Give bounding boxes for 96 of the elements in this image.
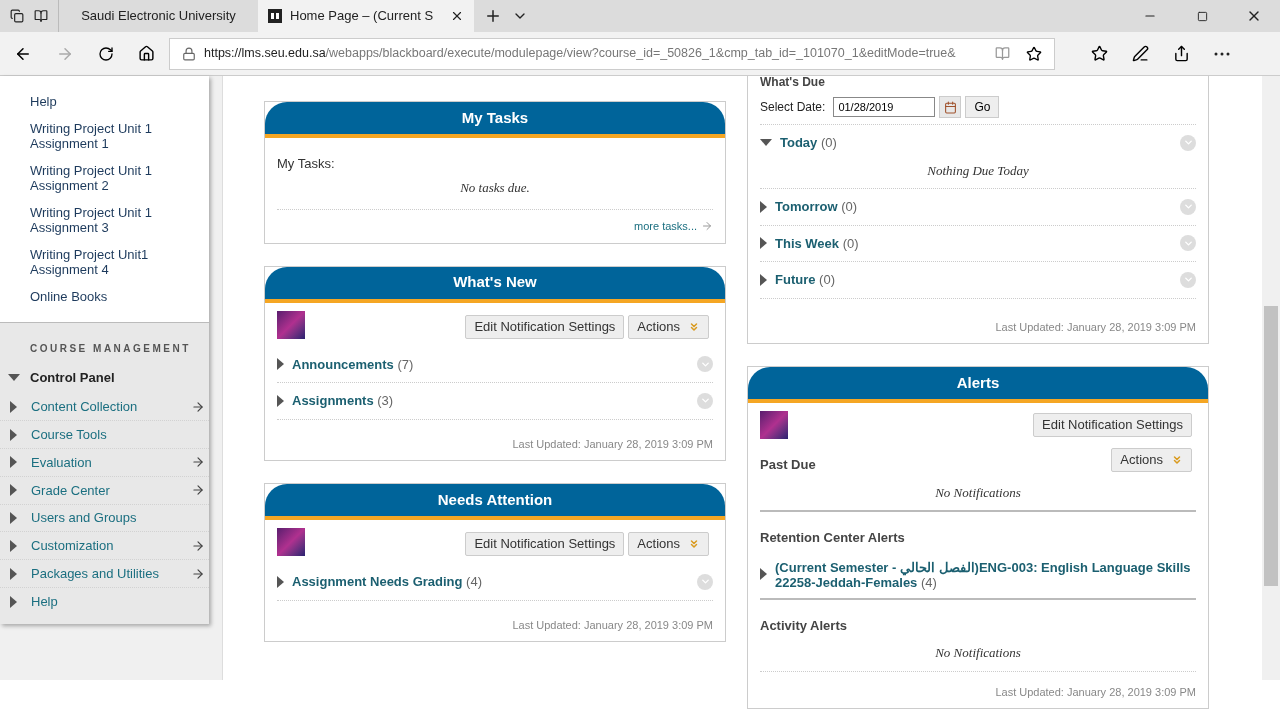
new-tab-icon [484,7,502,25]
actions-button[interactable]: Actions [628,532,709,556]
collapsed-triangle-icon[interactable] [10,512,17,525]
collapsed-triangle-icon[interactable] [760,567,767,580]
control-panel-link[interactable]: Course Tools [31,424,205,445]
empty-message: No Notifications [934,644,1022,662]
edit-notification-settings-button[interactable]: Edit Notification Settings [465,532,625,556]
last-updated-text: Last Updated: January 28, 2019 3:09 PM [994,319,1196,335]
maximize-icon [1197,10,1208,22]
course-menu-link[interactable]: Writing Project Unit1 Assignment 4 [30,247,160,277]
control-panel-link[interactable]: Users and Groups [31,508,205,528]
last-updated-text: Last Updated: January 28, 2019 3:09 PM [511,436,713,452]
category-link[interactable]: This Week (0) [775,233,1172,253]
more-tasks-link[interactable]: more tasks... [634,218,713,235]
empty-message: No tasks due. [277,177,713,210]
address-bar[interactable]: https://lms.seu.edu.sa/webapps/blackboard/execute/modulepage/view?course_id=_50826_1&cmp_tab_id=_101070_1&editMode=true& [169,37,1055,70]
date-field[interactable]: 01/28/2019 [833,97,936,117]
course-menu-link[interactable]: Writing Project Unit 1 Assignment 1 [30,121,160,151]
actions-button[interactable]: Actions [1111,447,1192,472]
course-menu-link[interactable]: Writing Project Unit 1 Assignment 2 [30,163,160,193]
refresh-icon [98,45,114,62]
collapsed-triangle-icon[interactable] [10,400,17,413]
reading-view-icon [995,46,1010,61]
module-title: What's Due [760,76,826,88]
collapsed-triangle-icon[interactable] [10,484,17,497]
date-label: Select Date: [760,99,826,116]
course-menu-link[interactable]: Online Books [30,289,160,304]
section-heading: COURSE MANAGEMENT [29,342,192,356]
category-link[interactable]: Assignment Needs Grading (4) [292,572,689,592]
control-panel-link[interactable]: Grade Center [31,480,191,501]
collapsed-triangle-icon[interactable] [10,595,17,608]
tab-set-icon [10,9,24,23]
share-icon [1173,45,1190,62]
collapsed-triangle-icon[interactable] [760,237,767,250]
course-menu-link[interactable]: Help [30,94,160,109]
double-chevron-icon [688,538,700,550]
control-panel-link[interactable]: Content Collection [31,397,191,417]
arrow-icon [701,220,713,233]
browser-tab[interactable]: Home Page – (Current S [258,0,474,32]
actions-button[interactable]: Actions [628,314,709,339]
module-title: Needs Attention [437,489,553,510]
category-link[interactable]: Assignments (3) [292,391,689,411]
control-panel-link[interactable]: Packages and Utilities [31,563,191,584]
course-thumbnail [277,310,305,339]
category-link[interactable]: Today (0) [780,133,1172,153]
go-button[interactable]: Go [965,96,1000,118]
tab-title: Home Page – (Current S [290,7,435,26]
course-thumbnail [760,411,788,439]
control-panel-link[interactable]: Customization [31,536,191,556]
double-chevron-icon [688,320,700,333]
last-updated-text: Last Updated: January 28, 2019 3:09 PM [994,684,1196,700]
double-chevron-icon [1171,453,1183,466]
collapsed-triangle-icon[interactable] [10,456,17,469]
expanded-triangle-icon[interactable] [760,139,772,147]
alert-section-heading: Activity Alerts [760,616,847,635]
pen-icon [1132,45,1149,62]
module-title: My Tasks [461,107,529,128]
collapsed-triangle-icon[interactable] [760,273,767,286]
favorites-icon [1091,45,1108,62]
tasks-label: My Tasks: [277,155,336,173]
last-updated-text: Last Updated: January 28, 2019 3:09 PM [511,617,713,633]
calendar-icon[interactable] [939,96,962,118]
empty-message: Nothing Due Today [926,161,1030,180]
expanded-triangle-icon[interactable] [8,374,20,382]
edit-notification-settings-button[interactable]: Edit Notification Settings [465,314,625,339]
module-title: What's New [453,272,537,293]
module-title: Alerts [956,372,1000,393]
control-panel-link[interactable]: Evaluation [31,452,191,473]
collapsed-triangle-icon[interactable] [10,539,17,552]
collapsed-triangle-icon[interactable] [10,428,17,441]
collapsed-triangle-icon[interactable] [277,394,284,407]
category-link[interactable]: Announcements (7) [292,354,689,374]
collapsed-triangle-icon[interactable] [277,358,284,371]
empty-message: No Notifications [934,483,1022,502]
scrollbar[interactable] [1262,76,1280,680]
favorite-star-icon [1026,45,1042,62]
collapsed-triangle-icon[interactable] [760,200,767,213]
category-link[interactable]: Tomorrow (0) [775,197,1172,217]
lock-icon [182,46,196,61]
more-icon[interactable] [1214,51,1230,56]
control-panel-heading[interactable]: Control Panel [30,368,115,388]
category-link[interactable]: Future (0) [775,270,1172,290]
close-icon [450,9,464,23]
home-icon [138,45,155,62]
tab-title: Saudi Electronic University [80,7,237,26]
course-thumbnail [277,528,305,556]
url-text: https://lms.seu.edu.sa/webapps/blackboard/execute/modulepage/view?course_id=_50826_1&cmp_tab_id=_101070_1&editMode=true& [204,45,957,63]
alert-section-heading: Retention Center Alerts [760,529,905,547]
scrollbar-thumb[interactable] [1264,306,1278,586]
alert-section-heading: Past Due [760,456,816,474]
control-panel-link[interactable]: Help [31,592,205,612]
course-menu-link[interactable]: Writing Project Unit 1 Assignment 3 [30,205,160,235]
collapsed-triangle-icon[interactable] [10,567,17,580]
edit-notification-settings-button[interactable]: Edit Notification Settings [1033,413,1192,437]
site-favicon [268,9,282,23]
collapsed-triangle-icon[interactable] [277,575,284,588]
